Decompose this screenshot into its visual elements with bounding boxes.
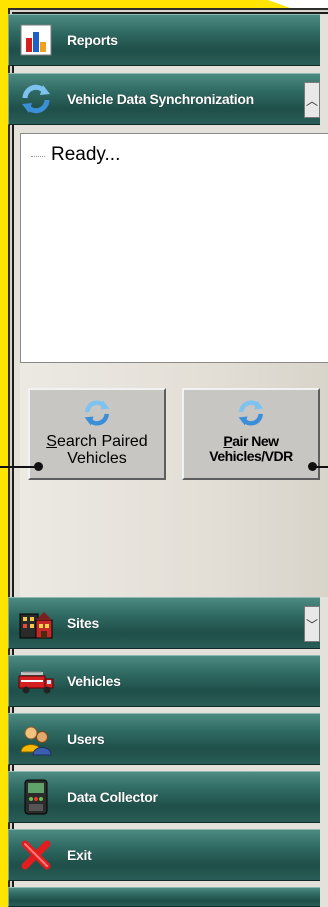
search-paired-vehicles-label: Search Paired Vehicles	[46, 433, 148, 468]
bar-chart-icon	[17, 21, 55, 59]
sync-arrows-icon	[84, 400, 110, 426]
red-x-icon	[17, 836, 55, 874]
pair-new-line1: air New	[232, 433, 279, 449]
nav-data-collector-label: Data Collector	[67, 789, 158, 805]
building-icon	[17, 604, 55, 642]
nav-vehicle-data-sync[interactable]: Vehicle Data Synchronization ︿	[8, 73, 320, 125]
chevron-up-icon[interactable]: ︿	[304, 82, 320, 118]
pair-new-mnemonic: P	[223, 433, 233, 449]
callout-line-left	[0, 466, 38, 468]
nav-sites[interactable]: Sites ﹀	[8, 597, 320, 649]
nav-sites-label: Sites	[67, 615, 99, 631]
search-paired-mnemonic: S	[46, 433, 57, 450]
nav-users[interactable]: Users	[8, 713, 320, 765]
status-tree-node: Ready...	[31, 144, 120, 166]
callout-dot-right	[308, 462, 317, 471]
nav-vehicle-data-sync-label: Vehicle Data Synchronization	[67, 91, 254, 107]
sync-arrows-icon	[17, 80, 55, 118]
nav-exit-label: Exit	[67, 847, 92, 863]
sync-arrows-icon	[238, 400, 264, 426]
chevron-down-icon[interactable]: ﹀	[304, 606, 320, 642]
sync-action-area: Search Paired Vehicles Pair New Vehicles…	[20, 363, 328, 597]
pair-new-line2: Vehicles/VDR	[209, 447, 293, 464]
nav-vehicles-label: Vehicles	[67, 673, 121, 689]
nav-users-label: Users	[67, 731, 105, 747]
nav-bottom-edge	[8, 887, 320, 907]
search-paired-line2: Vehicles	[67, 449, 127, 467]
nav-data-collector[interactable]: Data Collector	[8, 771, 320, 823]
nav-reports[interactable]: Reports	[8, 14, 320, 66]
fire-truck-icon	[17, 662, 55, 700]
nav-reports-label: Reports	[67, 32, 118, 48]
pair-new-vehicles-label: Pair New Vehicles/VDR	[209, 434, 293, 463]
tree-connector	[31, 155, 45, 157]
nav-exit[interactable]: Exit	[8, 829, 320, 881]
device-icon	[17, 778, 55, 816]
users-icon	[17, 720, 55, 758]
pair-new-vehicles-button[interactable]: Pair New Vehicles/VDR	[182, 388, 320, 480]
sync-status-panel: Ready...	[20, 133, 328, 363]
callout-dot-left	[34, 462, 43, 471]
status-text: Ready...	[51, 144, 121, 165]
search-paired-line1: earch Paired	[56, 433, 148, 450]
nav-vehicles[interactable]: Vehicles	[8, 655, 320, 707]
search-paired-vehicles-button[interactable]: Search Paired Vehicles	[28, 388, 166, 480]
